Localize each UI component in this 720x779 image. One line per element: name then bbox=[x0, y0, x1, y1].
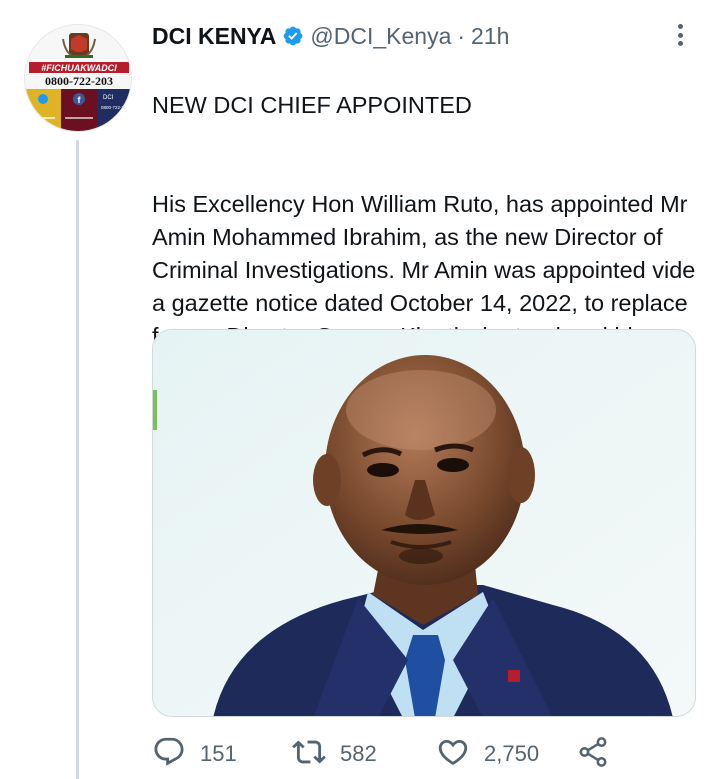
reply-icon bbox=[152, 735, 186, 774]
dci-logo-image: #FICHUAKWADCI 0800-722-203 f DCI 0800-72… bbox=[25, 25, 131, 131]
hashtag-text: #FICHUAKWADCI bbox=[41, 63, 117, 73]
reply-button[interactable]: 151 bbox=[152, 734, 237, 774]
tweet-photo[interactable] bbox=[152, 329, 696, 717]
tweet-title: NEW DCI CHIEF APPOINTED bbox=[152, 92, 472, 118]
avatar[interactable]: #FICHUAKWADCI 0800-722-203 f DCI 0800-72… bbox=[24, 24, 132, 132]
hotline-text: 0800-722-203 bbox=[45, 74, 113, 88]
like-icon bbox=[436, 735, 470, 774]
svg-text:0800-722-203: 0800-722-203 bbox=[101, 105, 130, 110]
user-handle[interactable]: @DCI_Kenya bbox=[310, 23, 451, 50]
portrait-image bbox=[153, 330, 695, 716]
retweet-count: 582 bbox=[340, 741, 377, 766]
retweet-button[interactable]: 582 bbox=[292, 734, 377, 774]
like-button[interactable]: 2,750 bbox=[436, 734, 539, 774]
tweet-actions: 151 582 2,750 bbox=[152, 734, 622, 774]
like-count: 2,750 bbox=[484, 741, 540, 766]
svg-text:DCI: DCI bbox=[103, 95, 114, 101]
thread-line bbox=[76, 140, 79, 779]
display-name[interactable]: DCI KENYA bbox=[152, 23, 276, 50]
more-options-icon[interactable] bbox=[670, 20, 690, 50]
verified-badge-icon bbox=[282, 25, 304, 47]
tweet[interactable]: #FICHUAKWADCI 0800-722-203 f DCI 0800-72… bbox=[0, 0, 720, 779]
retweet-icon bbox=[292, 735, 326, 774]
share-icon bbox=[576, 735, 610, 774]
separator-dot: · bbox=[457, 22, 466, 49]
reply-count: 151 bbox=[200, 741, 237, 766]
share-button[interactable] bbox=[576, 734, 610, 774]
tweet-header: DCI KENYA @DCI_Kenya · 21h bbox=[152, 20, 680, 52]
tweet-timestamp[interactable]: 21h bbox=[471, 23, 509, 50]
